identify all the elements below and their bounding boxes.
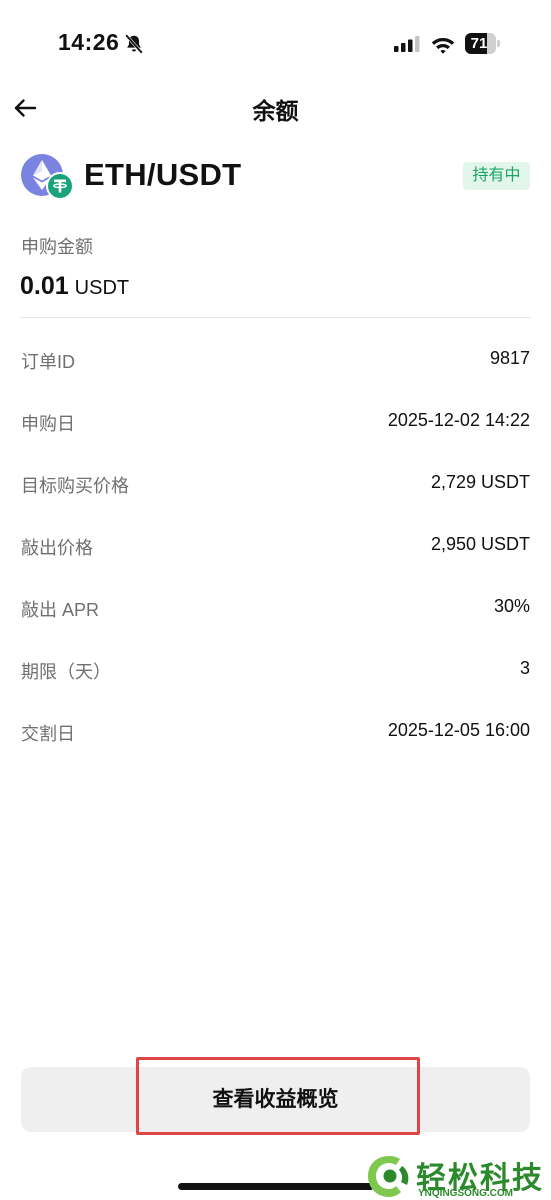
detail-row-subscription-date: 申购日 2025-12-02 14:22 (21, 404, 530, 466)
detail-value: 3 (519, 658, 530, 678)
eth-usdt-pair-icon (21, 154, 74, 200)
detail-row-term-days: 期限（天） 3 (21, 652, 530, 714)
detail-row-knockout-price: 敲出价格 2,950 USDT (21, 528, 530, 590)
bell-muted-icon (125, 34, 143, 54)
detail-label: 敲出 APR (21, 600, 100, 620)
watermark-subtitle: YNQINGSONG.COM (418, 1188, 514, 1199)
detail-value: 2025-12-05 16:00 (387, 720, 530, 740)
wifi-icon (431, 38, 455, 54)
subscription-amount-unit: USDT (74, 277, 130, 299)
page-title: 余额 (252, 98, 299, 124)
view-earnings-overview-button[interactable]: 查看收益概览 (21, 1067, 530, 1132)
detail-value: 2,950 USDT (430, 534, 530, 554)
detail-row-settlement-date: 交割日 2025-12-05 16:00 (21, 714, 530, 776)
status-time: 14:26 (58, 29, 120, 55)
detail-label: 申购日 (21, 414, 75, 434)
detail-label: 目标购买价格 (21, 476, 129, 496)
detail-value: 9817 (489, 348, 530, 368)
detail-row-target-price: 目标购买价格 2,729 USDT (21, 466, 530, 528)
detail-value: 30% (493, 596, 530, 616)
tether-icon (46, 172, 74, 200)
detail-label: 期限（天） (21, 662, 111, 682)
status-bar: 14:26 71 (0, 0, 551, 88)
home-indicator[interactable] (178, 1183, 374, 1190)
detail-label: 敲出价格 (21, 538, 93, 558)
asset-pair-name: ETH/USDT (84, 157, 242, 192)
battery-indicator: 71 (465, 33, 500, 54)
detail-row-order-id: 订单ID 9817 (21, 342, 530, 404)
detail-value: 2,729 USDT (430, 472, 530, 492)
detail-label: 交割日 (21, 724, 75, 744)
subscription-amount: 0.01 USDT (20, 272, 129, 301)
status-badge: 持有中 (463, 162, 530, 190)
divider (20, 317, 531, 318)
order-details-list: 订单ID 9817 申购日 2025-12-02 14:22 目标购买价格 2,… (21, 342, 530, 776)
battery-percentage: 71 (470, 35, 488, 52)
subscription-amount-value: 0.01 (20, 272, 69, 300)
detail-row-knockout-apr: 敲出 APR 30% (21, 590, 530, 652)
detail-value: 2025-12-02 14:22 (387, 410, 530, 430)
watermark-logo-icon (368, 1156, 409, 1197)
subscription-amount-label: 申购金额 (21, 237, 93, 257)
detail-label: 订单ID (21, 352, 75, 372)
cellular-signal-icon (394, 36, 420, 52)
site-watermark: 轻松科技 YNQINGSONG.COM (364, 1150, 551, 1200)
